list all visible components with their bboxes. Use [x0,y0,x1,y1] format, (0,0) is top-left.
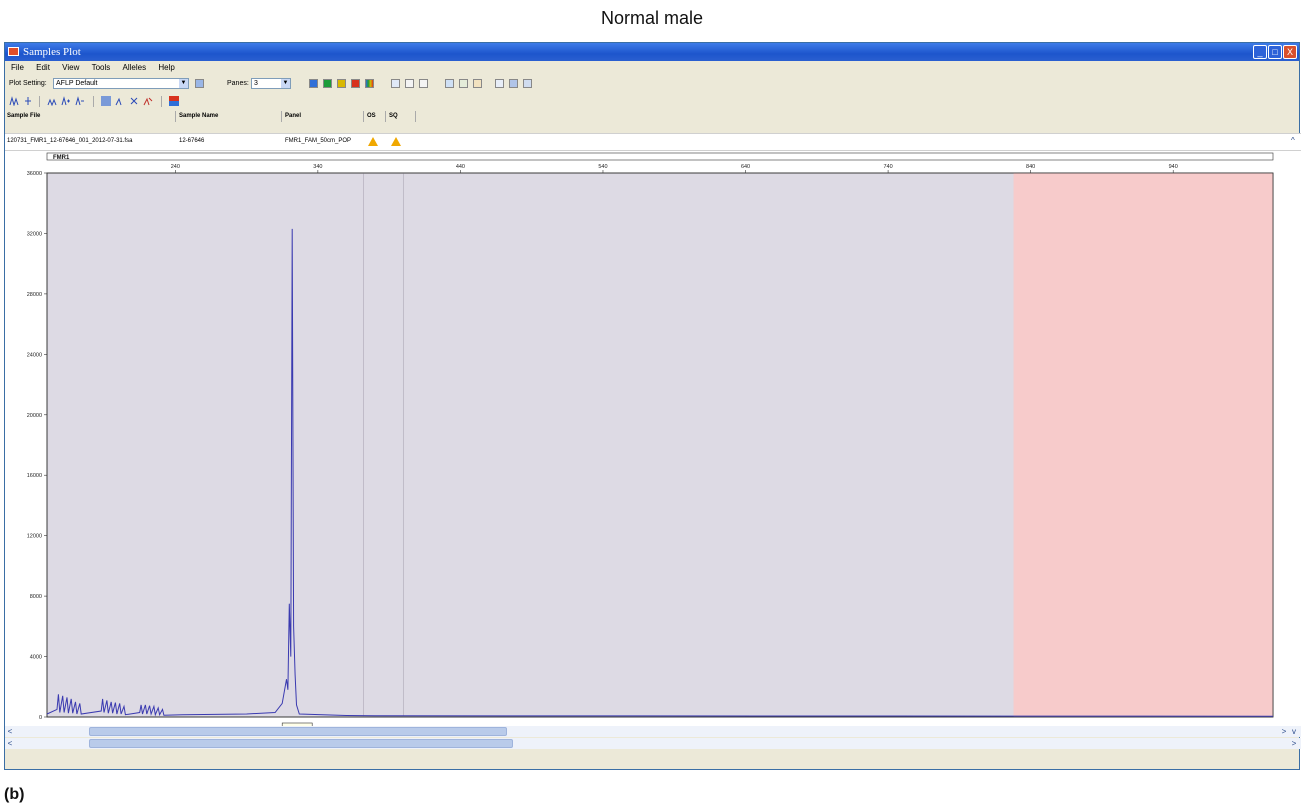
menu-tools[interactable]: Tools [92,63,111,72]
zoom-in-icon[interactable] [61,96,71,106]
blue-dye-icon[interactable] [309,79,318,88]
panes-select[interactable]: 3 ▼ [251,78,291,89]
add-allele-icon[interactable] [129,96,139,106]
y-tick-label: 4000 [30,655,42,661]
rows-icon[interactable] [523,79,532,88]
x-tick-label: 640 [741,164,750,170]
grid-icon[interactable] [495,79,504,88]
y-tick-label: 28000 [27,292,42,298]
scroll-right-icon[interactable]: > [1279,726,1289,737]
y-tick-label: 20000 [27,413,42,419]
table-row[interactable]: 120731_FMR1_12-67646_001_2012-07-31.fsa … [5,133,1301,151]
maximize-button[interactable]: □ [1268,45,1282,59]
menu-view[interactable]: View [62,63,79,72]
menu-edit[interactable]: Edit [36,63,50,72]
plot-toolbar: Plot Setting: AFLP Default ▼ Panes: 3 ▼ [5,75,1299,93]
plot-setting-select[interactable]: AFLP Default ▼ [53,78,189,89]
x-tick-label: 540 [598,164,607,170]
y-tick-label: 16000 [27,473,42,479]
electropherogram-chart[interactable]: FMR1 240 340 440 540 640 740 840 940 0 4000 8000 120… [5,151,1301,756]
table-icon[interactable] [445,79,454,88]
zoom-marker-icon[interactable] [23,96,33,106]
figure-caption: (b) [4,786,25,803]
x-tick-label: 940 [1169,164,1178,170]
column-sample-name[interactable]: Sample Name [179,113,218,119]
y-tick-label: 24000 [27,352,42,358]
x-tick-label: 840 [1026,164,1035,170]
chevron-down-icon: ▼ [281,79,290,88]
panes-label: Panes: [227,80,249,87]
allele-call-icon[interactable] [115,96,125,106]
zoom-toolbar [5,93,1299,109]
sizing-icon[interactable] [459,79,468,88]
y-tick-label: 32000 [27,231,42,237]
scroll-thumb-2[interactable] [89,739,513,748]
plot-setting-editor-icon[interactable] [195,79,204,88]
full-view-icon[interactable] [47,96,57,106]
column-panel[interactable]: Panel [285,113,301,119]
panel-cell: FMR1_FAM_50cm_POP [285,138,352,144]
overlay-view-icon[interactable] [391,79,400,88]
os-warning-icon [368,137,378,146]
scroll-right-icon[interactable]: > [1289,738,1299,749]
panes-value: 3 [254,80,258,87]
scroll-left-icon[interactable]: < [5,738,15,749]
delete-allele-icon[interactable] [143,96,153,106]
zoom-peaks-icon[interactable] [9,96,19,106]
y-tick-label: 36000 [27,171,42,177]
stacked-view-icon[interactable] [405,79,414,88]
scroll-up-icon[interactable]: ^ [1291,136,1295,145]
figure-title: Normal male [600,8,704,28]
sample-table-header: Sample File Sample Name Panel OS SQ [5,111,1301,122]
highlight-region [1013,173,1273,717]
sq-warning-icon [391,137,401,146]
menu-bar: File Edit View Tools Alleles Help [5,61,1299,75]
zoom-out-icon[interactable] [75,96,85,106]
x-tick-label: 440 [456,164,465,170]
column-os[interactable]: OS [367,113,376,119]
menu-alleles[interactable]: Alleles [123,63,147,72]
x-tick-label: 240 [171,164,180,170]
x-tick-label: 340 [313,164,322,170]
green-dye-icon[interactable] [323,79,332,88]
scroll-down-icon[interactable]: v [1289,726,1299,737]
plot-setting-label: Plot Setting: [9,80,47,87]
y-tick-label: 8000 [30,594,42,600]
plot-area: FMR1 240 340 440 540 640 740 840 940 0 4000 8000 120… [5,151,1301,756]
sample-name-cell: 12-67646 [179,138,205,144]
close-button[interactable]: X [1283,45,1297,59]
columns-icon[interactable] [509,79,518,88]
samples-plot-window: Samples Plot _ □ X File Edit View Tools … [4,42,1301,770]
y-tick-label: 0 [39,715,42,721]
column-sq[interactable]: SQ [389,113,398,119]
minimize-button[interactable]: _ [1253,45,1267,59]
horizontal-scrollbar-1[interactable]: < > v [5,726,1301,737]
horizontal-scrollbar-2[interactable]: < > [5,738,1301,749]
menu-help[interactable]: Help [158,63,174,72]
scroll-thumb-1[interactable] [89,727,507,736]
window-title: Samples Plot [23,46,81,58]
red-dye-icon[interactable] [351,79,360,88]
panel-label: FMR1 [53,155,70,161]
sample-file-cell: 120731_FMR1_12-67646_001_2012-07-31.fsa [7,138,133,144]
menu-file[interactable]: File [11,63,24,72]
chevron-down-icon: ▼ [179,79,188,88]
bin-set-icon[interactable] [101,96,111,106]
peaks-view-icon[interactable] [419,79,428,88]
scroll-left-icon[interactable]: < [5,726,15,737]
all-dyes-icon[interactable] [365,79,374,88]
window-titlebar: Samples Plot _ □ X [5,43,1299,61]
panel-bar [46,152,1274,161]
y-tick-label: 12000 [27,534,42,540]
x-tick-label: 740 [883,164,892,170]
color-legend-icon[interactable] [169,96,179,106]
bins-icon[interactable] [473,79,482,88]
column-sample-file[interactable]: Sample File [7,113,40,119]
yellow-dye-icon[interactable] [337,79,346,88]
app-icon [8,47,19,56]
plot-setting-value: AFLP Default [56,80,98,87]
